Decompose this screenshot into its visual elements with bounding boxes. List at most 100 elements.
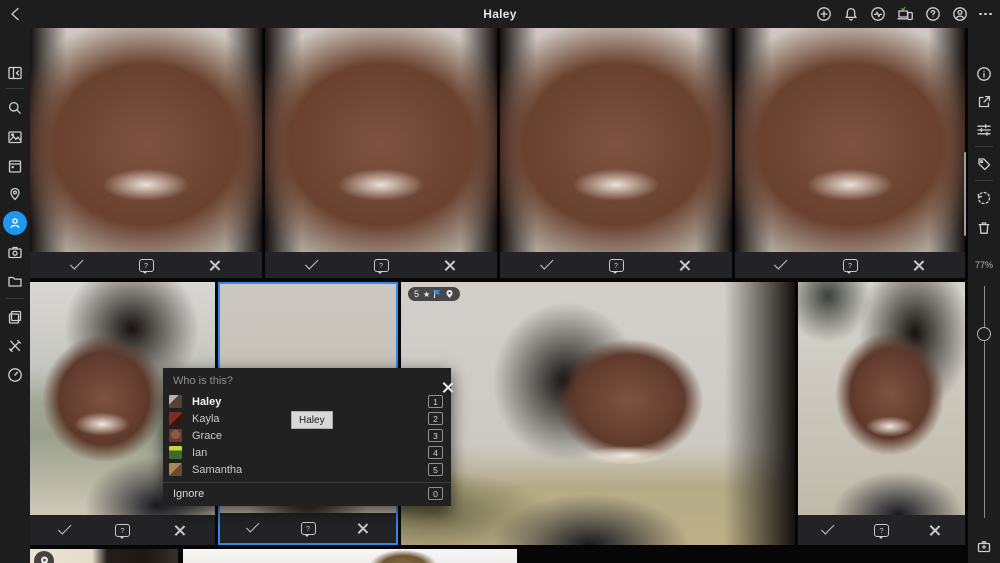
confirmed-photo-tile[interactable]: 5 ★ [401,282,795,545]
face-confirm-toolbar [30,515,215,545]
delete-icon[interactable] [968,220,1000,236]
shared-albums-icon[interactable] [0,309,30,325]
who-is-this-button[interactable] [124,252,168,278]
who-is-this-button[interactable] [594,252,638,278]
who-is-this-button[interactable] [101,515,145,545]
discover-icon[interactable] [0,367,30,383]
face-photo[interactable] [30,28,262,252]
grid-scrollbar[interactable] [964,152,966,236]
more-options-icon[interactable] [979,6,992,22]
reject-button[interactable] [897,252,941,278]
sync-activity-icon[interactable] [870,6,886,22]
right-sidebar: 77% [968,28,1000,563]
avatar [169,446,182,459]
search-icon[interactable] [0,100,30,116]
reject-button[interactable] [341,513,385,543]
who-is-this-button[interactable] [828,252,872,278]
face-confirm-toolbar [265,252,497,278]
photo-meta-badge: 5 ★ [408,287,461,301]
zoom-slider-handle[interactable] [977,327,991,341]
shortcut-key: 3 [428,429,443,442]
face-photo[interactable] [265,28,497,252]
confirm-button[interactable] [807,515,851,545]
who-is-this-popup: Who is this? Haley 1 Kayla 2 Grace 3 Ian [163,368,451,506]
lightroom-app: Haley 77% ? ? ? ? ? ? 5 ★ ? Who is this?… [0,0,1000,563]
who-is-this-button[interactable] [860,515,904,545]
reject-button[interactable] [193,252,237,278]
face-photo[interactable] [735,28,965,252]
photo-tile[interactable] [183,549,517,563]
face-tile[interactable] [798,282,965,545]
face-photo[interactable] [500,28,732,252]
face-tile[interactable] [30,28,262,278]
star-icon: ★ [423,289,431,299]
top-bar: Haley [0,0,1000,28]
person-name: Kayla [192,412,220,425]
recently-added-icon[interactable] [0,158,30,174]
shortcut-key: 0 [428,487,443,500]
photo[interactable] [183,549,517,563]
sidebar-divider [975,146,993,147]
pick-flag-icon [434,290,441,298]
photo[interactable] [521,549,965,563]
person-option[interactable]: Grace 3 [163,427,451,444]
avatar [169,395,182,408]
notifications-icon[interactable] [843,6,859,22]
person-name: Grace [192,429,222,442]
person-name: Ian [192,446,208,459]
add-photos-icon[interactable] [816,6,832,22]
people-icon-active[interactable] [0,211,30,235]
who-is-this-button[interactable] [359,252,403,278]
zoom-slider-track[interactable] [983,286,985,518]
history-icon[interactable] [968,190,1000,206]
sidebar-divider [6,298,24,299]
avatar [169,412,182,425]
face-confirm-toolbar [735,252,965,278]
local-device-icon[interactable] [0,244,30,260]
edit-icon[interactable] [968,122,1000,138]
zoom-level: 77% [974,260,993,270]
face-tile[interactable] [265,28,497,278]
connected-devices-icon[interactable] [897,6,914,22]
tools-icon[interactable] [0,338,30,354]
panel-toggle-icon[interactable] [0,65,30,81]
photo[interactable] [401,282,795,545]
confirm-button[interactable] [231,513,275,543]
shortcut-key: 1 [428,395,443,408]
confirm-button[interactable] [525,252,569,278]
photo-tile[interactable] [521,549,965,563]
reject-button[interactable] [912,515,956,545]
who-is-this-button[interactable] [286,513,330,543]
confirm-button[interactable] [290,252,334,278]
popup-title: Who is this? [173,374,233,387]
face-tile[interactable] [500,28,732,278]
shortcut-key: 4 [428,446,443,459]
person-option[interactable]: Haley 1 [163,393,451,410]
account-icon[interactable] [952,6,968,22]
ignore-label: Ignore [173,487,205,500]
share-icon[interactable] [968,94,1000,110]
face-tile[interactable] [735,28,965,278]
face-photo[interactable] [798,282,965,515]
confirm-button[interactable] [760,252,804,278]
help-icon[interactable] [925,6,941,22]
confirm-button[interactable] [55,252,99,278]
import-icon[interactable] [968,538,1000,554]
folders-icon[interactable] [0,273,30,289]
face-confirm-toolbar [798,515,965,545]
confirm-button[interactable] [43,515,87,545]
photo-tile[interactable] [30,549,178,563]
popup-header: Who is this? [163,368,451,393]
photos-icon[interactable] [0,129,30,145]
info-icon[interactable] [968,66,1000,82]
reject-button[interactable] [663,252,707,278]
person-option[interactable]: Samantha 5 [163,461,451,478]
person-name: Samantha [192,463,243,476]
keywords-icon[interactable] [968,156,1000,172]
person-option[interactable]: Ian 4 [163,444,451,461]
face-confirm-toolbar [500,252,732,278]
reject-button[interactable] [428,252,472,278]
reject-button[interactable] [158,515,202,545]
places-icon[interactable] [0,186,30,202]
ignore-option[interactable]: Ignore 0 [163,483,451,504]
